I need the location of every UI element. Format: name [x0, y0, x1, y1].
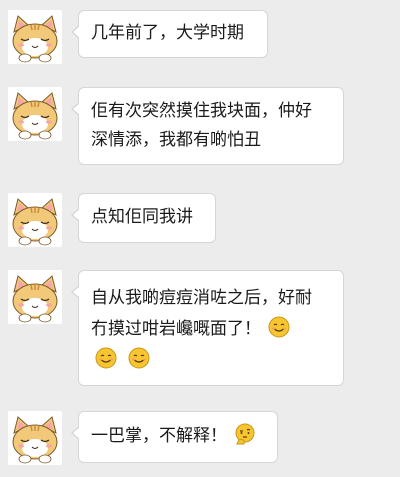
- thinking-face-icon: [234, 423, 256, 445]
- message-text: 几年前了，大学时期: [91, 23, 244, 43]
- smiling-face-icon: [268, 316, 290, 338]
- smiling-face-icon: [128, 347, 150, 369]
- smiling-face-icon: [95, 347, 117, 369]
- avatar[interactable]: [8, 411, 62, 465]
- message-bubble[interactable]: 一巴掌，不解释！: [71, 411, 278, 463]
- message-text: 冇摸过咁岩巉嘅面了！: [91, 319, 261, 339]
- message-text: 点知佢同我讲: [91, 207, 193, 227]
- cat-avatar-icon: [8, 411, 62, 465]
- message-text-line-1: 自从我啲痘痘消咗之后，好耐: [91, 288, 312, 308]
- message-text-line-2: 深情添，我都有啲怕丑: [91, 130, 261, 150]
- message-text-line-1: 佢有次突然摸住我块面，仲好: [91, 101, 312, 121]
- chat-screen: { "messages": [ {"text": "几年前了，大学时期", "e…: [0, 0, 400, 477]
- message-bubble[interactable]: 佢有次突然摸住我块面，仲好 深情添，我都有啲怕丑: [71, 87, 344, 165]
- message-emoji-line: [91, 345, 329, 376]
- cat-avatar-icon: [8, 10, 62, 64]
- cat-avatar-icon: [8, 87, 62, 141]
- message-bubble[interactable]: 点知佢同我讲: [71, 193, 216, 243]
- avatar[interactable]: [8, 10, 62, 64]
- message-text-line-2: 冇摸过咁岩巉嘅面了！: [91, 314, 329, 345]
- cat-avatar-icon: [8, 193, 62, 247]
- message-bubble[interactable]: 几年前了，大学时期: [71, 10, 268, 58]
- avatar[interactable]: [8, 87, 62, 141]
- cat-avatar-icon: [8, 270, 62, 324]
- message-text: 一巴掌，不解释！: [91, 426, 227, 446]
- message-bubble[interactable]: 自从我啲痘痘消咗之后，好耐 冇摸过咁岩巉嘅面了！: [71, 270, 344, 386]
- avatar[interactable]: [8, 193, 62, 247]
- avatar[interactable]: [8, 270, 62, 324]
